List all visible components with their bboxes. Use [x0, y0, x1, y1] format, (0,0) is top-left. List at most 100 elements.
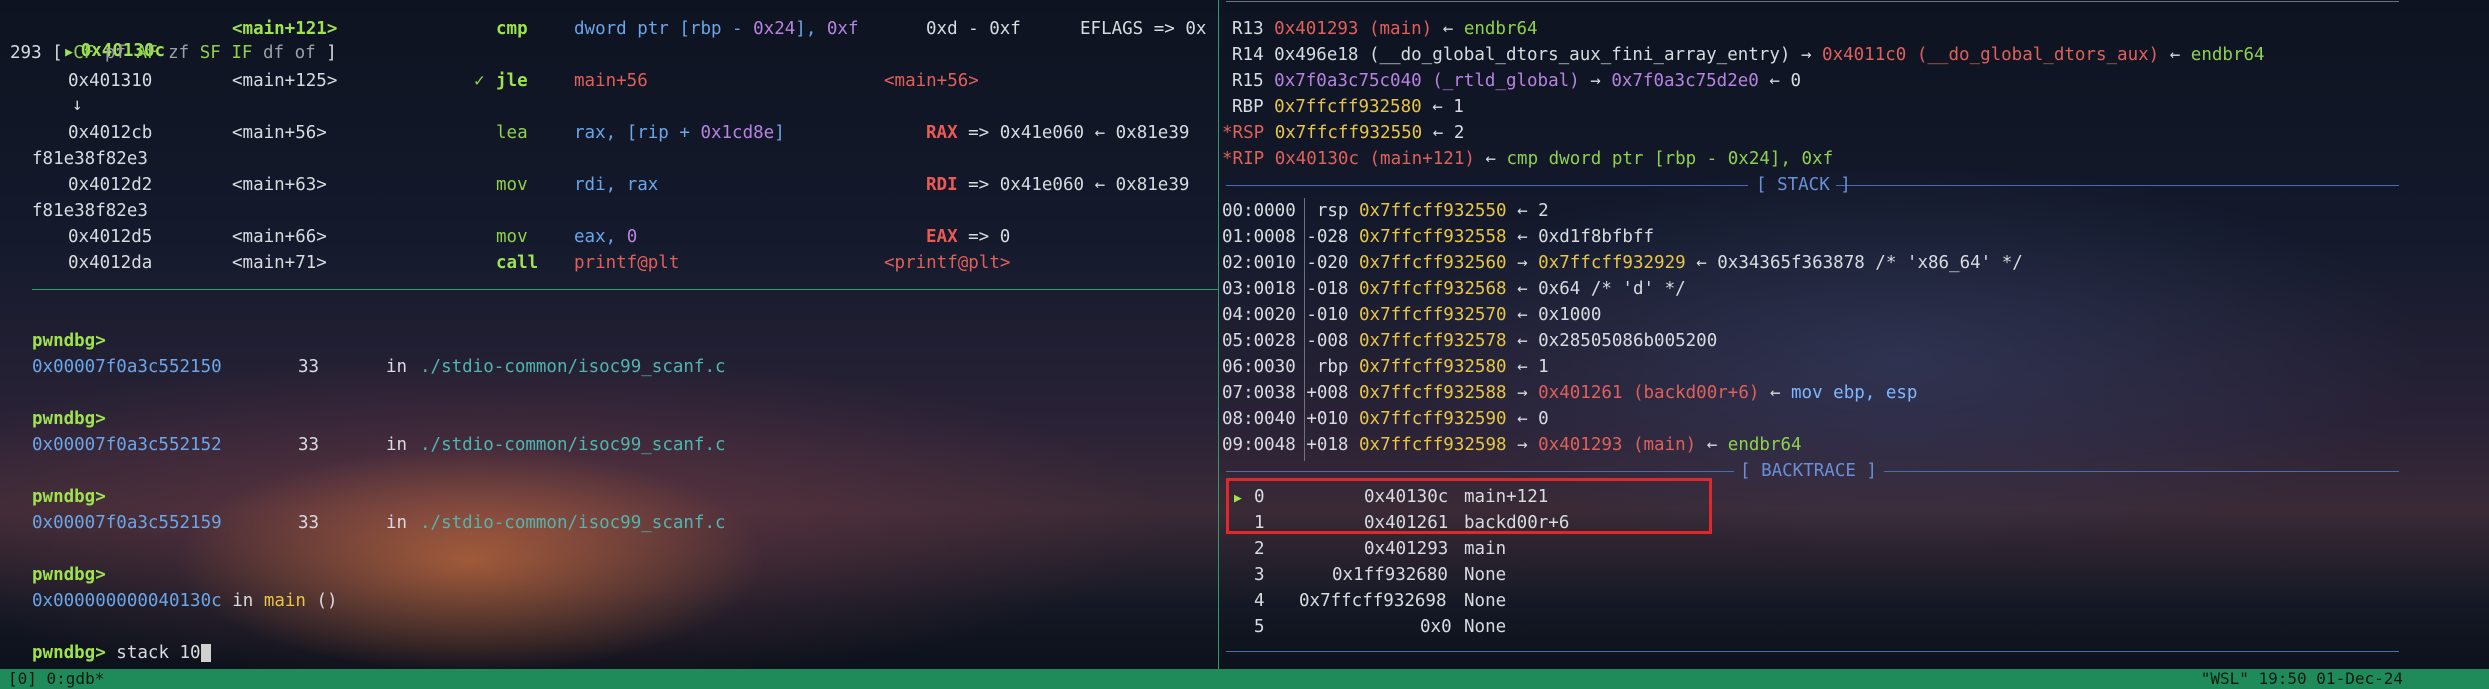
console-frame-in: in	[386, 357, 408, 377]
stack-row: 09:0048 +018 0x7ffcff932598 → 0x401293 (…	[1222, 435, 1802, 455]
backtrace-frame-addr: 0x1ff932680	[1332, 565, 1448, 585]
disasm-bottom-divider	[32, 289, 1218, 290]
console-frame-line: 33	[298, 435, 320, 455]
stack-row: 01:0008 -028 0x7ffcff932558 ← 0xd1f8bfbf…	[1222, 227, 1655, 247]
console-current-location: 0x000000000040130c in main ()	[32, 591, 338, 611]
backtrace-row: ▶	[1234, 486, 1242, 508]
backtrace-frame-number: 2	[1254, 539, 1265, 559]
backtrace-frame-number: 1	[1254, 513, 1265, 533]
disasm-row-mnem: mov	[496, 175, 528, 195]
console-prompt: pwndbg>	[32, 331, 106, 351]
backtrace-divider-left	[1226, 471, 1734, 472]
backtrace-frame-addr: 0x401261	[1364, 513, 1449, 533]
stack-row: 08:0040 +010 0x7ffcff932590 ← 0	[1222, 409, 1549, 429]
backtrace-section-title: [ BACKTRACE ]	[1740, 461, 1877, 481]
down-arrow-icon: ↓	[72, 95, 83, 115]
disasm-row-sym: <main+63>	[232, 175, 327, 195]
disasm-row-comment: EAX => 0	[926, 227, 1011, 247]
console-input-prompt: pwndbg>	[32, 643, 106, 663]
disasm-row-operand: rdi, rax	[574, 175, 659, 195]
disasm-current-row: ▶ 0x40130c	[44, 18, 165, 61]
disasm-row-addr: 0x401310	[68, 71, 153, 91]
register-row-r14: R14 0x496e18 (__do_global_dtors_aux_fini…	[1232, 45, 2265, 65]
backtrace-frame-number: 3	[1254, 565, 1265, 585]
register-row-r15: R15 0x7f0a3c75c040 (_rtld_global) → 0x7f…	[1232, 71, 1801, 91]
disasm-row-mnem: lea	[496, 123, 528, 143]
console-input-line[interactable]: pwndbg> stack 10	[32, 642, 211, 664]
pane-separator	[1218, 0, 1219, 669]
disasm-row-sym: <main+71>	[232, 253, 327, 273]
flag-pf: pf	[104, 43, 126, 63]
disasm-row-operand: rax, [rip + 0x1cd8e]	[574, 123, 785, 143]
top-divider-right	[1226, 1, 2399, 2]
stack-row: 02:0010 -020 0x7ffcff932560 → 0x7ffcff93…	[1222, 253, 2023, 273]
console-frame-file: ./stdio-common/isoc99_scanf.c	[420, 435, 726, 455]
stack-row: 07:0038 +008 0x7ffcff932588 → 0x401261 (…	[1222, 383, 1918, 403]
disasm-row-mnem: call	[496, 253, 539, 273]
stack-row: 04:0020 -010 0x7ffcff932570 ← 0x1000	[1222, 305, 1602, 325]
console-command-input[interactable]: stack 10	[106, 643, 200, 663]
backtrace-frame-number: 5	[1254, 617, 1265, 637]
tmux-status-bar: [0] 0:gdb* "WSL" 19:50 01-Dec-24	[0, 669, 2489, 689]
flag-df: df	[262, 43, 285, 63]
flag-if: IF	[231, 43, 253, 63]
selected-frame-arrow-icon: ▶	[1234, 491, 1242, 506]
flag-zf: zf	[168, 43, 190, 63]
flag-sf: SF	[199, 43, 221, 63]
console-frame-addr: 0x00007f0a3c552152	[32, 435, 222, 455]
stack-row: 00:0000 rsp 0x7ffcff932550 ← 2	[1222, 201, 1549, 221]
backtrace-frame-addr: 0x401293	[1364, 539, 1449, 559]
disasm-row-sym: <main+66>	[232, 227, 327, 247]
flag-af: AF	[136, 43, 158, 63]
stack-row: 06:0030 rbp 0x7ffcff932580 ← 1	[1222, 357, 1549, 377]
disasm-row-comment: RDI => 0x41e060 ← 0x81e39	[926, 175, 1190, 195]
flag-of: of	[294, 43, 316, 63]
eflags-line: 293 [ CF pf AF zf SF IF df of ]	[10, 43, 337, 63]
backtrace-frame-symbol: main+121	[1464, 487, 1549, 507]
backtrace-frame-addr: 0x0	[1420, 617, 1452, 637]
console-frame-file: ./stdio-common/isoc99_scanf.c	[420, 357, 726, 377]
tmux-window-list[interactable]: [0] 0:gdb*	[8, 669, 104, 689]
register-row-rsp: *RSP 0x7ffcff932550 ← 2	[1222, 123, 1465, 143]
disasm-row-comment: <main+56>	[884, 71, 979, 91]
backtrace-frame-symbol: None	[1464, 591, 1507, 611]
disasm-row-addr: 0x4012d5	[68, 227, 153, 247]
console-prompt: pwndbg>	[32, 487, 106, 507]
console-frame-line: 33	[298, 513, 320, 533]
disasm-current-sym: <main+121>	[232, 19, 338, 39]
disasm-row-addr: 0x4012da	[68, 253, 153, 273]
register-row-rbp: RBP 0x7ffcff932580 ← 1	[1232, 97, 1464, 117]
disasm-row-operand: printf@plt	[574, 253, 680, 273]
console-frame-addr: 0x00007f0a3c552150	[32, 357, 222, 377]
console-prompt: pwndbg>	[32, 409, 106, 429]
text-cursor	[200, 644, 211, 662]
register-row-r13: R13 0x401293 (main) ← endbr64	[1232, 19, 1538, 39]
disasm-row-comment: <printf@plt>	[884, 253, 1011, 273]
console-frame-file: ./stdio-common/isoc99_scanf.c	[420, 513, 726, 533]
disasm-row-addr: 0x4012d2	[68, 175, 153, 195]
disasm-current-flags: EFLAGS => 0x	[1080, 19, 1207, 39]
flag-cf: CF	[73, 43, 95, 63]
disasm-row-mnem: mov	[496, 227, 528, 247]
disasm-current-operand: dword ptr [rbp - 0x24], 0xf	[574, 19, 859, 39]
backtrace-frame-number: 0	[1254, 487, 1265, 507]
stack-row: 03:0018 -018 0x7ffcff932568 ← 0x64 /* 'd…	[1222, 279, 1686, 299]
branch-taken-check-icon: ✓	[474, 71, 485, 91]
disasm-current-mnem: cmp	[496, 19, 528, 39]
disasm-row-addr: 0x4012cb	[68, 123, 153, 143]
stack-divider-left	[1226, 185, 1748, 186]
disasm-row-operand: eax, 0	[574, 227, 638, 247]
stack-divider-right	[1836, 185, 2399, 186]
register-row-rip: *RIP 0x40130c (main+121) ← cmp dword ptr…	[1222, 149, 1834, 169]
console-frame-line: 33	[298, 357, 320, 377]
disasm-wrap-text: f81e38f82e3	[32, 149, 148, 169]
backtrace-frame-symbol: backd00r+6	[1464, 513, 1570, 533]
stack-section-title: [ STACK ]	[1756, 175, 1851, 195]
backtrace-divider-right	[1884, 471, 2399, 472]
backtrace-frame-addr: 0x40130c	[1364, 487, 1449, 507]
backtrace-frame-symbol: main	[1464, 539, 1507, 559]
console-frame-in: in	[386, 435, 408, 455]
disasm-current-comment: 0xd - 0xf	[926, 19, 1021, 39]
backtrace-frame-addr: 0x7ffcff932698	[1299, 591, 1447, 611]
backtrace-frame-symbol: None	[1464, 617, 1507, 637]
